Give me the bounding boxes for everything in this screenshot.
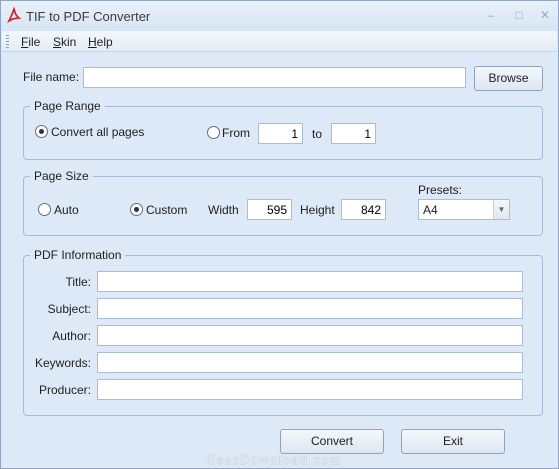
toolbar-grip-icon [6,35,9,48]
browse-button[interactable]: Browse [474,66,543,91]
close-icon[interactable]: ✕ [538,8,552,22]
from-label[interactable]: From [222,126,250,140]
auto-radio[interactable] [38,203,51,216]
convert-all-radio[interactable] [35,125,48,138]
presets-select[interactable]: A4 ▼ [418,199,510,220]
convert-button-label: Convert [310,434,354,448]
menu-file[interactable]: File [21,35,40,49]
custom-radio[interactable] [130,203,143,216]
window-title: TIF to PDF Converter [26,9,151,24]
height-label: Height [300,203,335,217]
page-size-title: Page Size [30,169,93,183]
chevron-down-icon[interactable]: ▼ [493,200,509,219]
to-page-input[interactable]: 1 [331,123,376,144]
watermark-text: GearDownload.com [206,453,342,467]
producer-field[interactable] [97,379,523,400]
minimize-icon[interactable]: – [484,8,498,22]
pdf-app-icon [7,7,22,23]
presets-label: Presets: [418,183,463,197]
presets-selected-value: A4 [423,203,438,217]
producer-field-label: Producer: [38,383,91,397]
pdf-information-title: PDF Information [30,248,126,262]
custom-label[interactable]: Custom [146,203,187,217]
convert-button[interactable]: Convert [280,429,384,454]
file-name-input[interactable] [83,67,466,88]
height-input[interactable]: 842 [341,199,386,220]
from-radio[interactable] [207,126,220,139]
from-page-input[interactable]: 1 [258,123,303,144]
width-input[interactable]: 595 [247,199,292,220]
subject-field[interactable] [97,298,523,319]
menu-bar: File Skin Help [2,31,557,52]
page-range-title: Page Range [30,99,105,113]
title-field-label: Title: [65,275,91,289]
menu-skin[interactable]: Skin [53,35,76,49]
maximize-icon[interactable]: □ [512,8,526,22]
menu-help[interactable]: Help [88,35,113,49]
title-bar[interactable]: TIF to PDF Converter – □ ✕ [1,1,558,32]
width-label: Width [208,203,239,217]
title-field[interactable] [97,271,523,292]
convert-all-label[interactable]: Convert all pages [51,125,144,139]
auto-label[interactable]: Auto [54,203,79,217]
author-field-label: Author: [52,329,91,343]
keywords-field-label: Keywords: [34,356,91,370]
browse-button-label: Browse [488,71,529,85]
keywords-field[interactable] [97,352,523,373]
to-label: to [312,127,323,141]
subject-field-label: Subject: [47,302,91,316]
file-name-label: File name: [23,70,80,84]
app-window: TIF to PDF Converter – □ ✕ File Skin Hel… [0,0,559,469]
author-field[interactable] [97,325,523,346]
exit-button-label: Exit [442,434,463,448]
exit-button[interactable]: Exit [401,429,505,454]
